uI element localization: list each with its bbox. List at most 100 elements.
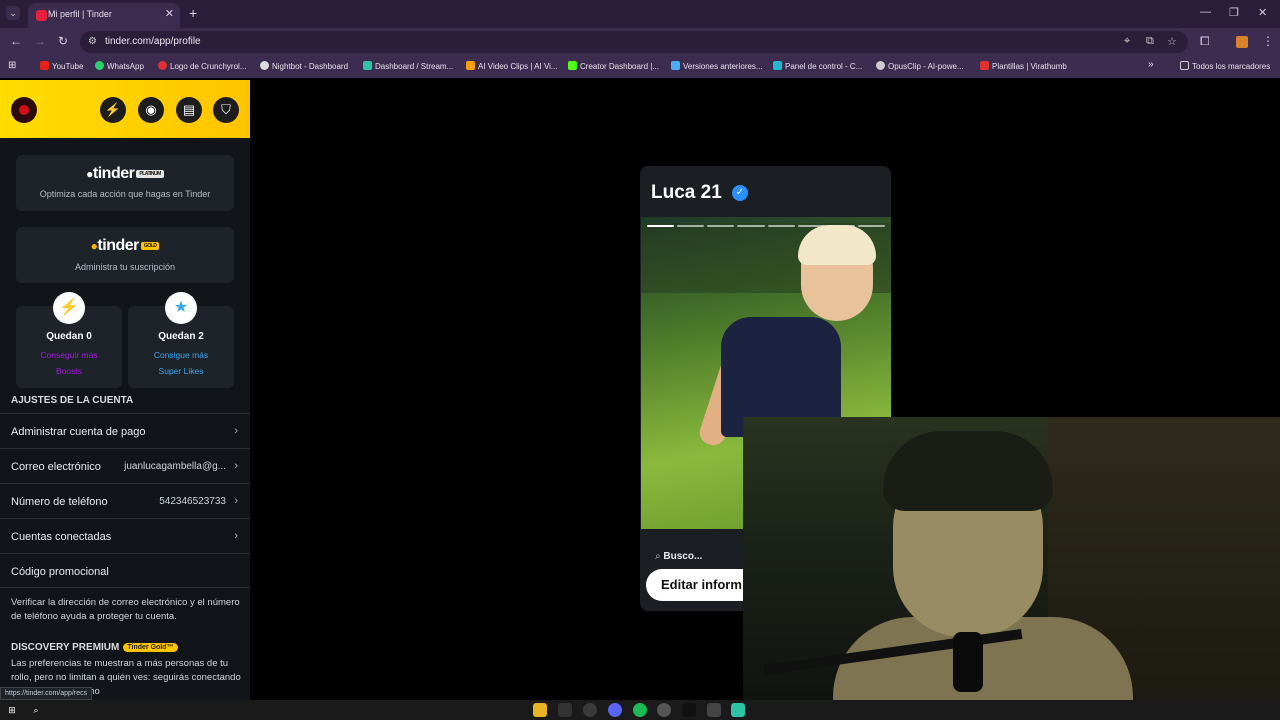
superlikes-remaining: Quedan 2 [158, 331, 204, 342]
row-payment-account[interactable]: Administrar cuenta de pago › [0, 413, 250, 448]
row-promo-code[interactable]: Código promocional [0, 553, 250, 588]
profile-avatar-icon[interactable] [1236, 36, 1248, 48]
row-email[interactable]: Correo electrónico juanlucagambella@g...… [0, 448, 250, 483]
platinum-card[interactable]: ●tinder PLATINUM Optimiza cada acción que… [16, 155, 234, 211]
windows-start-icon[interactable]: ⊞ [5, 703, 19, 717]
taskbar-app3-icon[interactable] [731, 703, 745, 717]
chrome-icon[interactable] [583, 703, 597, 717]
tab-title: Mi perfil | Tinder [48, 9, 112, 19]
bookmark-virathumb[interactable]: Plantillas | Virathumb [980, 61, 1067, 71]
site-info-icon[interactable]: ⚙ [88, 36, 97, 47]
boost-lightning-icon: ⚡ [53, 292, 85, 324]
bookmark-crunchyroll[interactable]: Logo de Crunchyrol... [158, 61, 247, 71]
photo-progress-bar[interactable] [737, 225, 765, 227]
sidebar-header: ⚡ ◉ ▤ ⛉ [0, 80, 250, 138]
virathumb-icon [980, 61, 989, 70]
get-boosts-link-line1[interactable]: Conseguir más [16, 347, 122, 363]
address-bar-row: ← → ↻ ⚙ tinder.com/app/profile ⌖ ⧉ ☆ ⧠ ⋮ [0, 28, 1280, 56]
webcam-microphone [953, 632, 983, 692]
bookmark-opusclip[interactable]: OpusClip - AI-powe... [876, 61, 964, 71]
whatsapp-icon [95, 61, 104, 70]
row-connected-accounts[interactable]: Cuentas conectadas › [0, 518, 250, 553]
row-phone[interactable]: Número de teléfono 542346523733 › [0, 483, 250, 518]
verified-check-icon: ✓ [732, 185, 748, 201]
nightbot-icon [260, 61, 269, 70]
tiktok-icon[interactable] [682, 703, 696, 717]
shop-bag-icon[interactable]: ▤ [176, 97, 202, 123]
minimize-icon[interactable]: — [1200, 6, 1211, 18]
bookmark-nightbot[interactable]: Nightbot - Dashboard [260, 61, 348, 71]
new-tab-icon[interactable]: + [189, 5, 197, 21]
install-app-icon[interactable]: ⧉ [1146, 35, 1154, 48]
tinder-favicon-icon [36, 10, 47, 21]
chevron-right-icon: › [234, 530, 238, 542]
bookmark-versiones[interactable]: Versiones anteriores... [671, 61, 763, 71]
obs-icon[interactable] [657, 703, 671, 717]
bookmark-kick[interactable]: Creator Dashboard |... [568, 61, 659, 71]
restore-icon[interactable]: ❐ [1229, 6, 1239, 19]
profile-sidebar: ⚡ ◉ ▤ ⛉ ●tinder PLATINUM Optimiza cada ac… [0, 80, 250, 700]
close-window-icon[interactable]: ✕ [1258, 6, 1267, 19]
apps-grid-icon[interactable]: ⊞ [8, 60, 16, 71]
tab-close-icon[interactable]: ✕ [165, 7, 174, 20]
get-superlikes-link-line2[interactable]: Super Likes [128, 363, 234, 379]
discord-icon[interactable] [608, 703, 622, 717]
chevron-right-icon: › [234, 495, 238, 507]
windows-taskbar: ⊞ ⌕ [0, 700, 1280, 720]
taskbar-search-icon[interactable]: ⌕ [29, 703, 43, 717]
location-icon[interactable]: ⌖ [1124, 35, 1130, 48]
superlike-star-icon: ★ [165, 292, 197, 324]
bookmark-panel[interactable]: Panel de control - C... [773, 61, 862, 71]
bookmark-star-icon[interactable]: ☆ [1167, 35, 1177, 48]
all-bookmarks[interactable]: Todos los marcadores [1180, 61, 1270, 71]
bookmark-youtube[interactable]: YouTube [40, 61, 83, 71]
tinder-gold-badge: Tinder Gold™ [123, 643, 178, 652]
superlikes-card[interactable]: ★ Quedan 2 Consigue más Super Likes [128, 292, 234, 388]
photo-progress-bar[interactable] [677, 225, 705, 227]
gold-subtitle: Administra tu suscripción [74, 262, 176, 272]
spotify-icon[interactable] [633, 703, 647, 717]
tab-search-icon[interactable]: ⌄ [6, 6, 20, 20]
file-explorer-icon[interactable] [533, 703, 547, 717]
forward-icon[interactable]: → [34, 34, 46, 48]
profile-avatar[interactable] [11, 97, 37, 123]
flame-icon: ● [86, 167, 93, 181]
more-bookmarks-icon[interactable]: » [1148, 59, 1154, 70]
omnibox[interactable]: ⚙ tinder.com/app/profile ⌖ ⧉ ☆ [80, 31, 1188, 53]
discovery-premium-title: DISCOVERY PREMIUM Tinder Gold™ [11, 642, 178, 653]
folder-icon [1180, 61, 1189, 70]
reload-icon[interactable]: ↻ [58, 34, 68, 48]
platinum-subtitle: Optimiza cada acción que hagas en Tinder [39, 189, 211, 199]
browser-tab[interactable]: Mi perfil | Tinder ✕ [28, 3, 180, 28]
explore-compass-icon[interactable]: ◉ [138, 97, 164, 123]
streamelements-icon [363, 61, 372, 70]
browser-tabbar: ⌄ Mi perfil | Tinder ✕ + — ❐ ✕ [0, 0, 1280, 28]
browser-menu-icon[interactable]: ⋮ [1262, 34, 1274, 48]
get-superlikes-link-line1[interactable]: Consigue más [128, 347, 234, 363]
taskbar-app-icon[interactable] [558, 703, 572, 717]
verify-note: Verificar la dirección de correo electró… [11, 597, 240, 622]
bookmarks-bar: ⊞ YouTube WhatsApp Logo de Crunchyrol...… [0, 56, 1280, 78]
extensions-icon[interactable]: ⧠ [1200, 34, 1210, 49]
chevron-right-icon: › [234, 460, 238, 472]
panel-icon [773, 61, 782, 70]
photo-progress-bar[interactable] [647, 225, 675, 227]
bookmark-streamelements[interactable]: Dashboard / Stream... [363, 61, 453, 71]
webcam-person-hair [883, 431, 1053, 511]
bookmark-ai-video-clips[interactable]: AI Video Clips | AI Vi... [466, 61, 558, 71]
photo-progress-bar[interactable] [857, 225, 885, 227]
boosts-card[interactable]: ⚡ Quedan 0 Conseguir más Boosts [16, 292, 122, 388]
bookmark-whatsapp[interactable]: WhatsApp [95, 61, 144, 71]
versions-icon [671, 61, 680, 70]
webcam-overlay [743, 417, 1280, 700]
chevron-right-icon: › [234, 425, 238, 437]
get-boosts-link-line2[interactable]: Boosts [16, 363, 122, 379]
boost-icon[interactable]: ⚡ [100, 97, 126, 123]
back-icon[interactable]: ← [10, 34, 22, 48]
taskbar-app2-icon[interactable] [707, 703, 721, 717]
gold-card[interactable]: ●tinder GOLD Administra tu suscripción [16, 227, 234, 283]
safety-shield-icon[interactable]: ⛉ [213, 97, 239, 123]
photo-progress-bar[interactable] [707, 225, 735, 227]
photo-person-hair [798, 225, 876, 265]
photo-progress-bar[interactable] [767, 225, 795, 227]
